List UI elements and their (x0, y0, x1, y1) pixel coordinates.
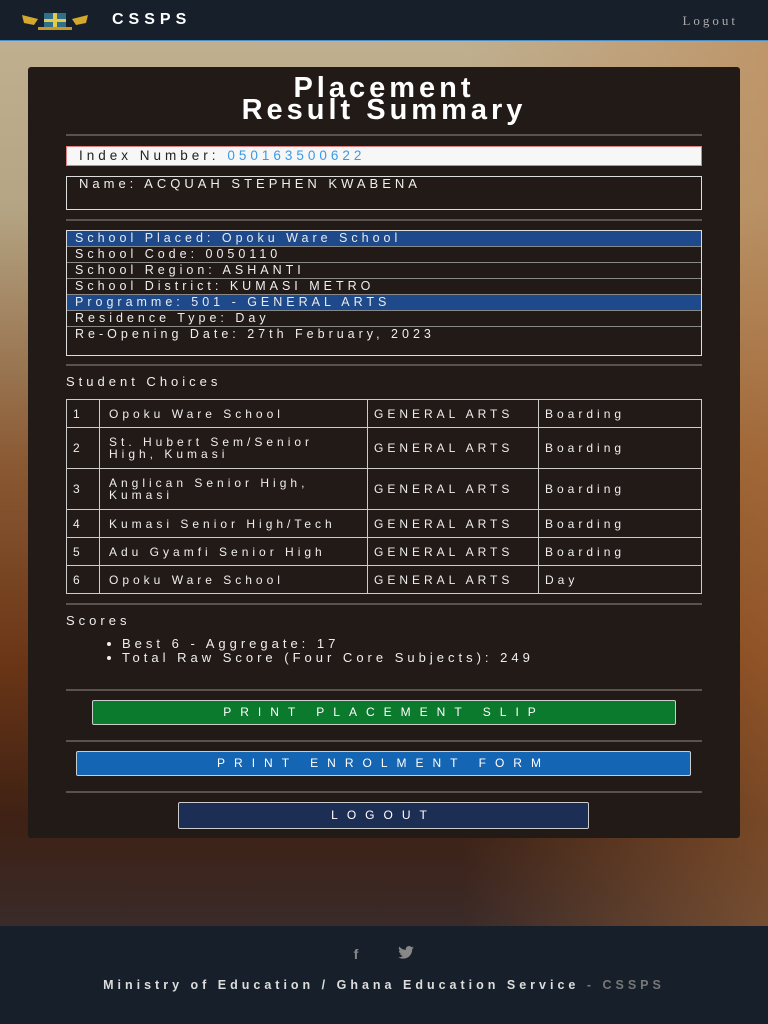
print-placement-slip-button[interactable]: PRINT PLACEMENT SLIP (92, 700, 676, 725)
choice-number: 2 (66, 427, 100, 469)
choices-heading: Student Choices (66, 374, 222, 389)
divider (66, 740, 702, 742)
choice-school: Anglican Senior High, Kumasi (99, 468, 368, 510)
divider (66, 219, 702, 221)
choice-number: 3 (66, 468, 100, 510)
logout-button[interactable]: LOGOUT (178, 802, 589, 829)
footer-brand[interactable]: CSSPS (602, 978, 664, 992)
divider (66, 603, 702, 605)
navbar: CSSPS Logout (0, 0, 768, 41)
scores-heading: Scores (66, 613, 131, 628)
choice-residence: Boarding (538, 468, 702, 510)
title-line-2: Result Summary (241, 94, 527, 126)
brand-name[interactable]: CSSPS (112, 11, 191, 29)
nav-logout-link[interactable]: Logout (682, 13, 738, 29)
divider (66, 364, 702, 366)
choice-row: 1 Opoku Ware School GENERAL ARTS Boarding (66, 399, 702, 428)
footer-text: Ministry of Education / Ghana Education … (30, 978, 738, 992)
choice-number: 6 (66, 565, 100, 594)
choice-school: Kumasi Senior High/Tech (99, 509, 368, 538)
divider (66, 791, 702, 793)
footer-separator: - (579, 978, 603, 992)
index-number: Index Number: 050163500622 (66, 146, 702, 166)
programme: Programme: 501 - GENERAL ARTS (67, 295, 701, 311)
choice-row: 4 Kumasi Senior High/Tech GENERAL ARTS Boar… (66, 509, 702, 538)
choice-school: St. Hubert Sem/Senior High, Kumasi (99, 427, 368, 469)
facebook-icon[interactable]: f (354, 946, 359, 962)
choice-school: Opoku Ware School (99, 565, 368, 594)
choice-number: 5 (66, 537, 100, 566)
choice-programme: GENERAL ARTS (367, 427, 539, 469)
index-label: Index Number: (79, 148, 220, 163)
choice-residence: Boarding (538, 399, 702, 428)
page-title: Placement Result Summary (28, 74, 740, 126)
footer: f Ministry of Education / Ghana Educatio… (0, 926, 768, 1024)
aggregate-score: Best 6 - Aggregate: 17 (122, 637, 534, 651)
twitter-icon[interactable] (398, 946, 415, 959)
footer-ministry: Ministry of Education / Ghana Education … (103, 978, 580, 992)
placement-info: School Placed: Opoku Ware School School … (66, 230, 702, 356)
choices-table: 1 Opoku Ware School GENERAL ARTS Boarding 2 S… (66, 399, 702, 594)
choice-residence: Boarding (538, 509, 702, 538)
index-value: 050163500622 (227, 148, 366, 163)
residence-type: Residence Type: Day (67, 311, 701, 327)
reopening-date: Re-Opening Date: 27th February, 2023 (75, 327, 435, 341)
choice-residence: Boarding (538, 537, 702, 566)
choice-number: 1 (66, 399, 100, 428)
scores-list: Best 6 - Aggregate: 17Total Raw Score (F… (86, 637, 534, 665)
choice-residence: Boarding (538, 427, 702, 469)
school-district: School District: KUMASI METRO (67, 279, 701, 295)
divider (66, 134, 702, 136)
school-region: School Region: ASHANTI (67, 263, 701, 279)
choice-school: Opoku Ware School (99, 399, 368, 428)
choice-row: 3 Anglican Senior High, Kumasi GENERAL ART… (66, 468, 702, 510)
school-code: School Code: 0050110 (67, 247, 701, 263)
choice-row: 5 Adu Gyamfi Senior High GENERAL ARTS Board… (66, 537, 702, 566)
choice-programme: GENERAL ARTS (367, 537, 539, 566)
divider (66, 689, 702, 691)
choice-programme: GENERAL ARTS (367, 509, 539, 538)
choice-number: 4 (66, 509, 100, 538)
choice-school: Adu Gyamfi Senior High (99, 537, 368, 566)
choice-programme: GENERAL ARTS (367, 565, 539, 594)
coat-of-arms-logo[interactable] (20, 9, 90, 31)
choice-residence: Day (538, 565, 702, 594)
result-card: Placement Result Summary Index Number: 05… (28, 67, 740, 838)
choice-programme: GENERAL ARTS (367, 468, 539, 510)
raw-score: Total Raw Score (Four Core Subjects): 24… (122, 651, 534, 665)
print-enrolment-form-button[interactable]: PRINT ENROLMENT FORM (76, 751, 691, 776)
choice-row: 6 Opoku Ware School GENERAL ARTS Day (66, 565, 702, 594)
choice-row: 2 St. Hubert Sem/Senior High, Kumasi GENER… (66, 427, 702, 469)
student-name: Name: ACQUAH STEPHEN KWABENA (66, 176, 702, 210)
choice-programme: GENERAL ARTS (367, 399, 539, 428)
school-placed: School Placed: Opoku Ware School (67, 231, 701, 247)
